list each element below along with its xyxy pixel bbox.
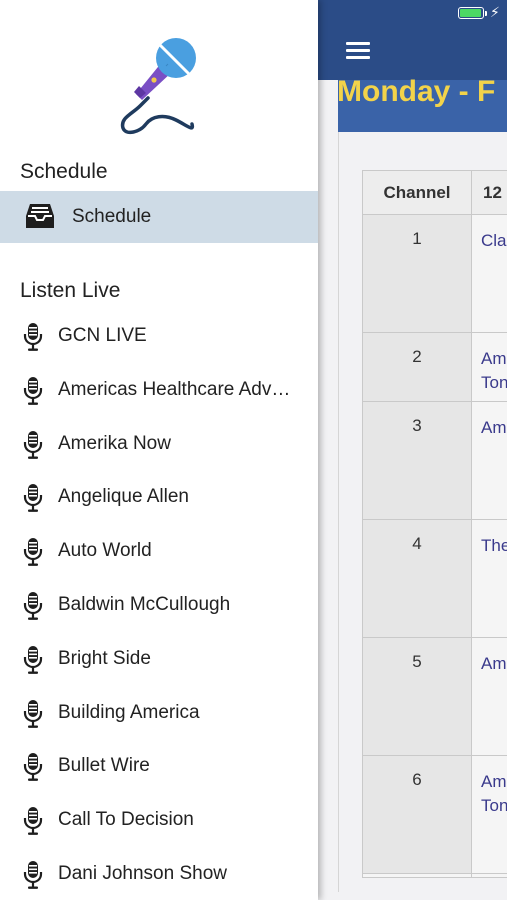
column-divider (471, 171, 472, 877)
live-stream-label: Angelique Allen (58, 486, 189, 508)
microphone-icon (23, 592, 43, 620)
microphone-icon (23, 538, 43, 567)
program-link[interactable]: Am (481, 416, 507, 440)
program-link[interactable]: Am (481, 652, 507, 676)
live-stream-label: Bright Side (58, 647, 151, 669)
live-stream-label: Amerika Now (58, 432, 171, 454)
channel-number: 4 (412, 534, 422, 553)
charging-bolt-icon: ⚡︎ (490, 4, 500, 20)
side-drawer: Schedule Schedule Listen Live GCN LIVE Am… (0, 0, 318, 900)
live-stream-item[interactable]: Bright Side (0, 632, 318, 686)
table-header-row: Channel 12 (363, 171, 507, 215)
channel-number: 5 (412, 652, 422, 671)
microphone-logo-icon (120, 38, 196, 135)
live-stream-label: GCN LIVE (58, 325, 147, 346)
battery-tip (485, 11, 487, 16)
program-link-line: Am (481, 772, 507, 791)
time-column-header: 12 (483, 183, 502, 202)
inbox-tray-icon (26, 204, 54, 228)
microphone-icon (23, 699, 43, 728)
app-screen: ⚡︎ Monday - F Channel 12 1 Cla 2 Am Ton 3 Am 4 T… (0, 0, 507, 900)
table-row: 6 Am Ton (363, 756, 507, 874)
program-link[interactable]: Am Ton (481, 770, 507, 818)
live-stream-item[interactable]: Building America (0, 686, 318, 740)
battery-icon (458, 7, 484, 19)
program-link[interactable]: Am Ton (481, 347, 507, 395)
live-stream-label: Baldwin McCullough (58, 594, 231, 615)
schedule-heading: Schedule (20, 160, 108, 183)
microphone-icon (23, 430, 43, 459)
live-stream-item[interactable]: Amerika Now (0, 417, 318, 471)
live-stream-item[interactable]: Angelique Allen (0, 470, 318, 524)
live-stream-item[interactable]: Call To Decision (0, 793, 318, 847)
microphone-icon (23, 753, 43, 782)
program-link[interactable]: The (481, 534, 507, 558)
live-stream-item[interactable]: Baldwin McCullough (0, 578, 318, 632)
live-stream-label: Building America (58, 701, 200, 723)
table-row: 4 The (363, 520, 507, 638)
channel-number: 1 (412, 229, 422, 248)
sidebar-item-schedule[interactable]: Schedule (0, 191, 318, 243)
table-row: 2 Am Ton (363, 333, 507, 402)
live-stream-label: Auto World (58, 540, 152, 562)
program-link[interactable]: Cla (481, 229, 507, 253)
channel-number: 2 (412, 347, 422, 366)
program-link-line: Am (481, 654, 507, 673)
microphone-icon (23, 861, 43, 889)
live-stream-item[interactable]: Americas Healthcare Adv… (0, 363, 318, 417)
main-content: ⚡︎ Monday - F Channel 12 1 Cla 2 Am Ton 3 Am 4 T… (318, 0, 507, 900)
day-title: Monday - F (337, 75, 496, 108)
channel-cell (363, 333, 471, 401)
microphone-icon (23, 645, 43, 674)
sidebar-item-label: Schedule (72, 206, 152, 227)
live-stream-label: Americas Healthcare Adv… (58, 378, 291, 400)
program-link-line: Ton (481, 796, 507, 815)
battery-level-fill (460, 9, 481, 17)
sheet-edge (338, 132, 339, 892)
live-stream-item[interactable]: GCN LIVE (0, 309, 318, 363)
program-link-line: The (481, 536, 507, 555)
channel-number: 3 (412, 416, 422, 435)
hamburger-menu-icon[interactable] (346, 42, 370, 60)
listen-live-heading: Listen Live (20, 279, 121, 302)
microphone-icon (23, 323, 43, 351)
schedule-table: Channel 12 1 Cla 2 Am Ton 3 Am 4 The 5 Am 6 Am Ton (362, 170, 507, 878)
live-stream-item[interactable]: Auto World (0, 524, 318, 578)
program-link-line: Cla (481, 231, 507, 250)
table-row: 3 Am (363, 402, 507, 520)
live-stream-item[interactable]: Dani Johnson Show (0, 847, 318, 900)
program-link-line: Ton (481, 373, 507, 392)
channel-column-header: Channel (383, 183, 451, 202)
table-row: 5 Am (363, 638, 507, 756)
table-row: 1 Cla (363, 215, 507, 333)
live-stream-label: Call To Decision (58, 809, 194, 831)
microphone-icon (23, 484, 43, 513)
program-link-line: Am (481, 418, 507, 437)
microphone-icon (23, 376, 43, 405)
program-link-line: Am (481, 349, 507, 368)
live-stream-label: Dani Johnson Show (58, 863, 227, 884)
live-stream-label: Bullet Wire (58, 755, 150, 777)
live-stream-item[interactable]: Bullet Wire (0, 739, 318, 793)
microphone-icon (23, 807, 43, 836)
nav-bar: ⚡︎ (318, 0, 507, 80)
channel-number: 6 (412, 770, 422, 789)
